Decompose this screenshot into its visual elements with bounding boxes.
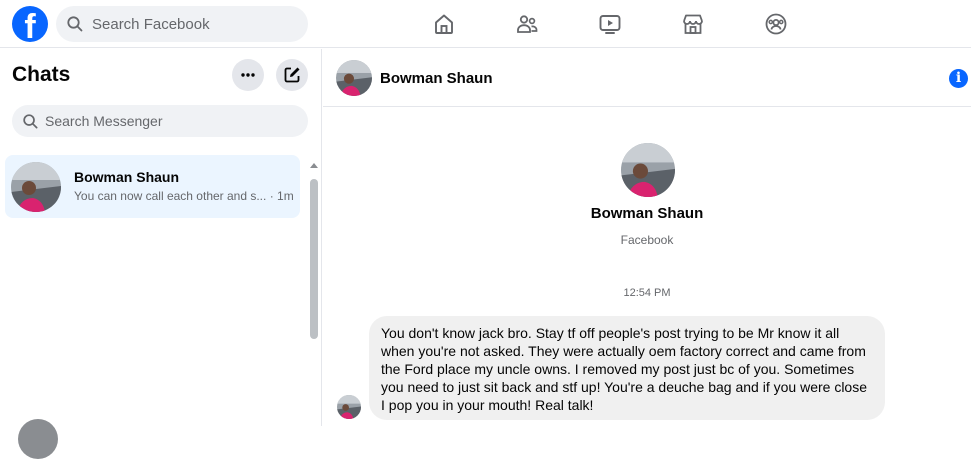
facebook-logo-letter: f bbox=[24, 8, 36, 46]
search-icon bbox=[66, 15, 84, 33]
conversation-time: · 1m bbox=[269, 189, 294, 203]
top-bar: f bbox=[0, 0, 971, 48]
watch-icon bbox=[598, 12, 622, 36]
message-timestamp: 12:54 PM bbox=[623, 287, 671, 299]
conversation-name: Bowman Shaun bbox=[74, 169, 180, 185]
nav-friends[interactable] bbox=[485, 0, 568, 48]
info-icon[interactable]: i bbox=[949, 69, 968, 88]
search-messenger-box[interactable] bbox=[12, 105, 308, 137]
more-options-icon bbox=[240, 67, 256, 83]
avatar bbox=[18, 419, 58, 459]
profile-subtitle: Facebook bbox=[620, 233, 674, 247]
chats-heading: Chats bbox=[12, 63, 71, 86]
facebook-logo[interactable]: f bbox=[12, 6, 48, 46]
profile-name: Bowman Shaun bbox=[590, 205, 704, 222]
message-bubble[interactable]: You don't know jack bro. Stay tf off peo… bbox=[369, 316, 885, 420]
conversation-preview: You can now call each other and s... · 1… bbox=[74, 189, 296, 203]
new-message-button[interactable] bbox=[276, 59, 308, 91]
avatar bbox=[337, 395, 361, 419]
search-messenger-input[interactable] bbox=[45, 113, 245, 129]
conversation-item[interactable]: Bowman Shaun You can now call each other… bbox=[5, 155, 300, 218]
nav-watch[interactable] bbox=[568, 0, 651, 48]
scroll-up-arrow-icon[interactable] bbox=[310, 163, 318, 168]
avatar[interactable] bbox=[336, 60, 372, 96]
nav-home[interactable] bbox=[402, 0, 485, 48]
home-icon bbox=[432, 12, 456, 36]
avatar bbox=[11, 162, 61, 212]
main-nav bbox=[402, 0, 817, 48]
groups-icon bbox=[764, 12, 788, 36]
compose-icon bbox=[283, 66, 301, 84]
conversation-preview-text: You can now call each other and s... bbox=[74, 189, 267, 203]
conversation-panel: Bowman Shaun i Bowman Shaun Facebook 12:… bbox=[323, 49, 971, 426]
avatar[interactable] bbox=[621, 143, 675, 197]
scroll-thumb[interactable] bbox=[310, 179, 318, 339]
sidebar-scrollbar[interactable] bbox=[309, 163, 318, 426]
chats-sidebar: Chats Bowman Shaun You can now call each… bbox=[0, 49, 322, 459]
search-icon bbox=[22, 113, 39, 130]
chat-header-name[interactable]: Bowman Shaun bbox=[380, 70, 493, 87]
chat-options-button[interactable] bbox=[232, 59, 264, 91]
search-facebook-input[interactable] bbox=[92, 15, 292, 33]
marketplace-icon bbox=[681, 12, 705, 36]
nav-marketplace[interactable] bbox=[651, 0, 734, 48]
friends-icon bbox=[515, 12, 539, 36]
nav-groups[interactable] bbox=[734, 0, 817, 48]
search-facebook-box[interactable] bbox=[56, 6, 308, 42]
chat-header: Bowman Shaun i bbox=[323, 49, 971, 107]
